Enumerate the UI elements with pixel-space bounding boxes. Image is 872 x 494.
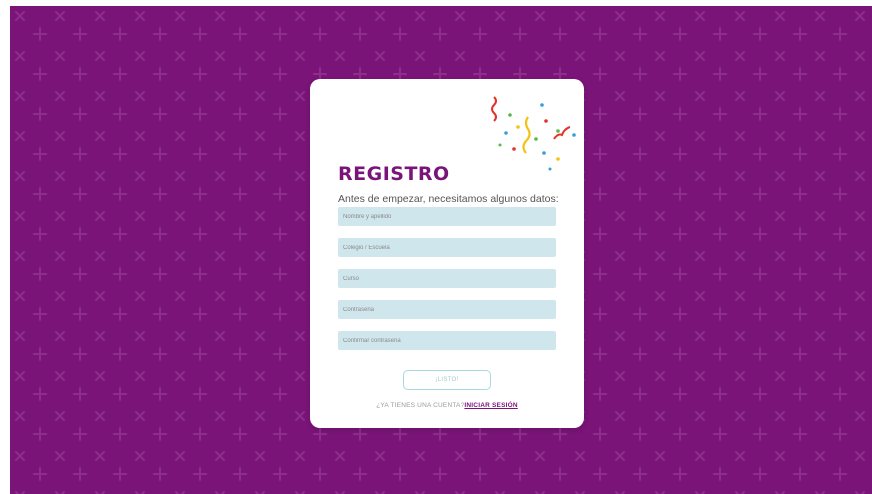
page-title: REGISTRO (338, 163, 450, 185)
login-prompt-row: ¿YA TIENES UNA CUENTA?INICIAR SESIÓN (310, 402, 584, 409)
login-link[interactable]: INICIAR SESIÓN (464, 402, 517, 409)
submit-button[interactable]: ¡LISTO! (403, 370, 491, 390)
grade-field[interactable] (338, 269, 556, 288)
form-instructions: Antes de empezar, necesitamos algunos da… (338, 193, 559, 205)
page-background: REGISTRO Antes de empezar, necesitamos a… (10, 6, 872, 494)
login-prompt-text: ¿YA TIENES UNA CUENTA? (376, 402, 465, 409)
confetti-icon (491, 96, 576, 171)
school-field[interactable] (338, 238, 556, 257)
full-name-field[interactable] (338, 207, 556, 226)
confirm-password-field[interactable] (338, 331, 556, 350)
registration-card: REGISTRO Antes de empezar, necesitamos a… (310, 79, 584, 428)
password-field[interactable] (338, 300, 556, 319)
